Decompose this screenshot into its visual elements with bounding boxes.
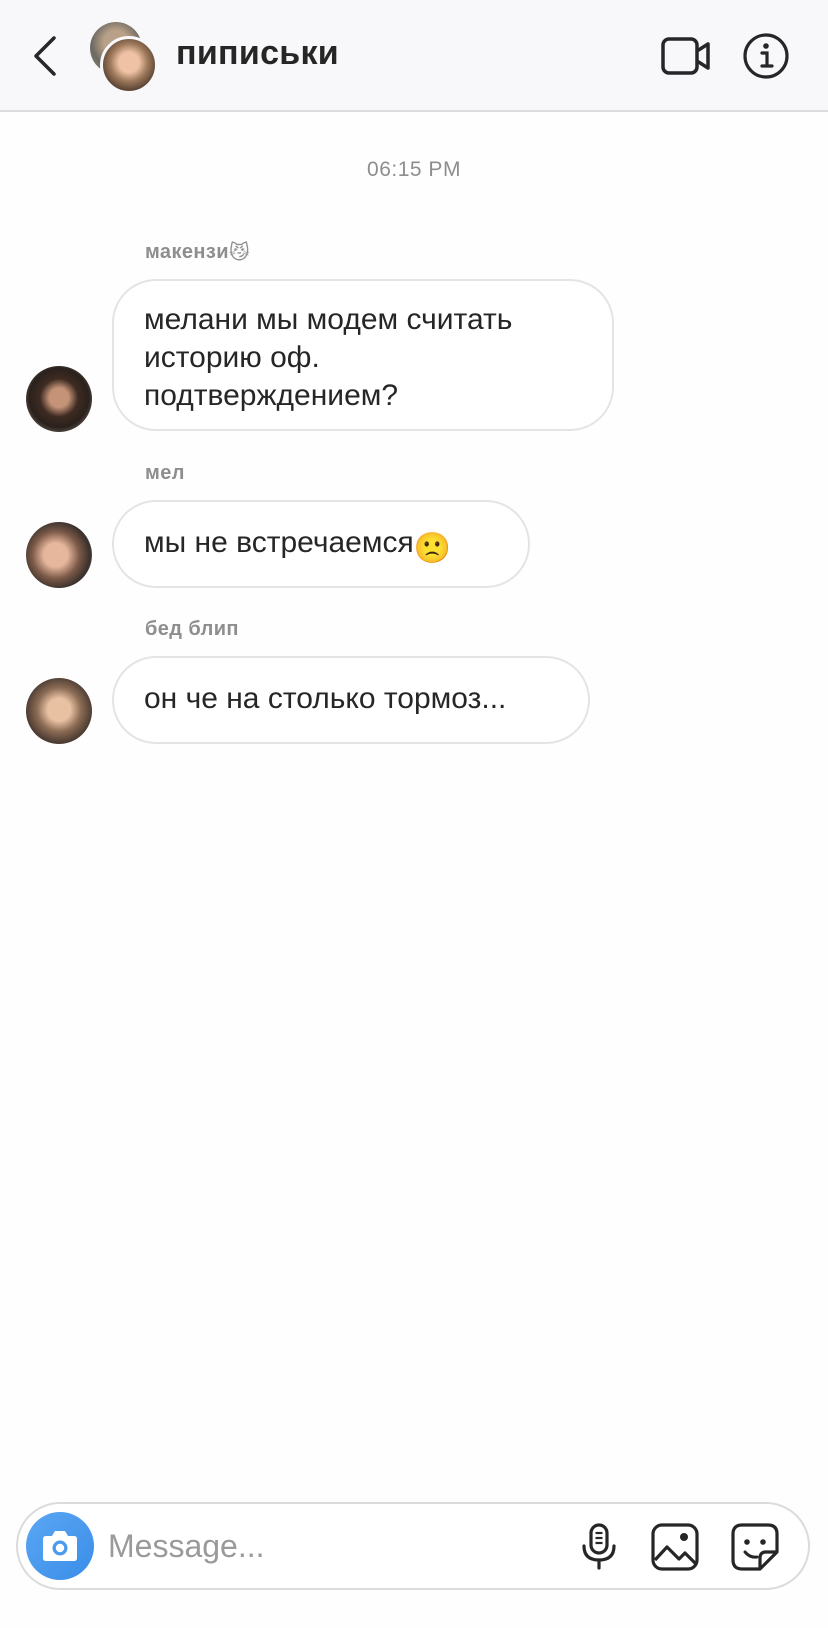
sticker-icon: [731, 1523, 779, 1571]
message-text: он че на столько тормоз...: [144, 682, 507, 715]
back-button[interactable]: [26, 30, 66, 82]
sender-name-text: мел: [145, 462, 185, 484]
group-avatar[interactable]: [90, 22, 158, 94]
camera-button[interactable]: [26, 1512, 94, 1580]
sticker-button[interactable]: [730, 1522, 780, 1572]
chat-title[interactable]: пиписьки: [176, 34, 339, 73]
sender-name: макензи😼: [145, 240, 250, 265]
message-bubble[interactable]: мы не встречаемся🙁: [112, 500, 530, 588]
info-icon: [743, 33, 789, 79]
sender-avatar[interactable]: [26, 678, 92, 744]
sender-name: мел: [145, 462, 185, 485]
microphone-icon: [582, 1523, 616, 1570]
frowning-face-emoji: 🙁: [413, 532, 452, 565]
sender-name-text: бед блип: [145, 618, 239, 640]
message-input[interactable]: [108, 1520, 528, 1572]
message-bubble[interactable]: мелани мы модем считать историю оф. подт…: [112, 279, 614, 431]
sender-name-text: макензи: [145, 240, 229, 263]
message-text: мы не встречаемся: [144, 526, 414, 559]
voice-message-button[interactable]: [574, 1522, 624, 1572]
sender-avatar[interactable]: [26, 366, 92, 432]
group-avatar-front: [100, 36, 158, 94]
cat-smirk-emoji: 😼: [228, 242, 251, 264]
message-timestamp: 06:15 PM: [367, 158, 461, 181]
video-call-icon: [661, 37, 710, 75]
info-button[interactable]: [742, 32, 790, 80]
camera-icon: [43, 1531, 77, 1561]
sender-avatar[interactable]: [26, 522, 92, 588]
video-call-button[interactable]: [660, 34, 712, 78]
sender-name: бед блип: [145, 618, 239, 641]
chevron-left-icon: [34, 36, 56, 76]
chat-header: пиписьки: [0, 0, 828, 112]
message-composer: [16, 1502, 810, 1590]
gallery-button[interactable]: [650, 1522, 700, 1572]
message-bubble[interactable]: он че на столько тормоз...: [112, 656, 590, 744]
message-text: мелани мы модем считать историю оф. подт…: [144, 303, 513, 412]
gallery-icon: [651, 1523, 699, 1571]
